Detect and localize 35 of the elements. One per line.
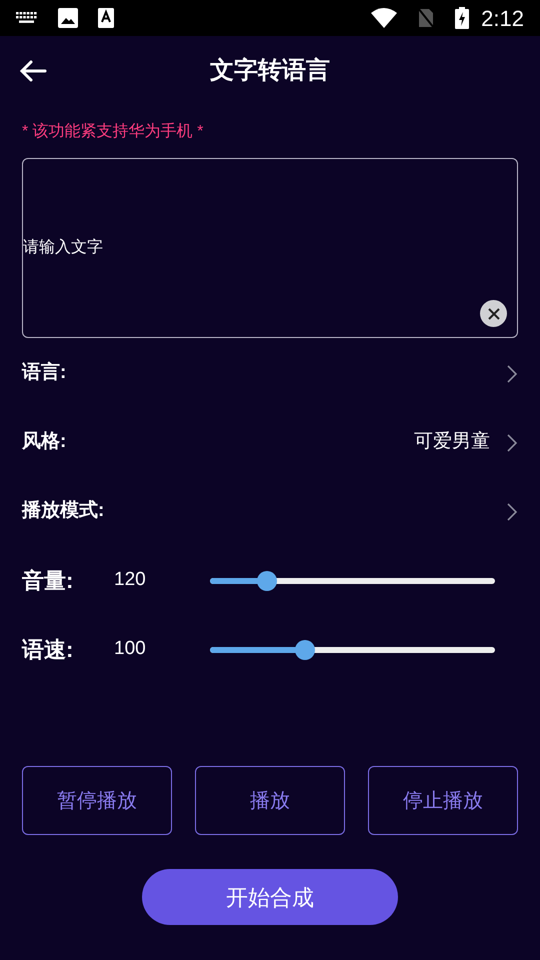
clear-button[interactable] <box>480 300 507 327</box>
close-icon <box>488 308 500 320</box>
slider-thumb[interactable] <box>257 570 277 590</box>
option-row[interactable]: 播放模式: <box>0 477 540 546</box>
option-row[interactable]: 语言: <box>0 339 540 408</box>
slider[interactable] <box>210 640 495 660</box>
option-label: 播放模式: <box>22 499 104 524</box>
slider-reading: 120 <box>114 568 147 592</box>
option-value: 可爱男童 <box>414 430 490 454</box>
battery-charging-icon <box>455 7 470 29</box>
playback-button[interactable]: 暂停播放 <box>22 766 172 835</box>
slider-label: 音量: <box>22 567 74 595</box>
page-title: 文字转语言 <box>210 56 330 86</box>
start-synthesis-button[interactable]: 开始合成 <box>142 869 398 925</box>
playback-button[interactable]: 播放 <box>195 766 345 835</box>
chevron-right-icon <box>506 432 518 452</box>
slider-reading: 100 <box>114 637 147 662</box>
wifi-icon <box>371 8 398 28</box>
option-label: 语言: <box>22 360 66 386</box>
slider[interactable] <box>210 570 495 590</box>
image-icon <box>58 8 78 28</box>
no-sim-icon <box>417 7 436 29</box>
chevron-right-icon <box>506 502 518 522</box>
option-label: 风格: <box>22 430 66 454</box>
text-input-field[interactable]: 请输入文字 <box>22 158 518 338</box>
keyboard-icon <box>16 12 38 24</box>
slider-thumb[interactable] <box>294 640 315 660</box>
option-row[interactable]: 风格: 可爱男童 <box>0 408 540 477</box>
slider-label: 语速: <box>22 636 74 664</box>
chevron-right-icon <box>506 364 518 384</box>
font-icon <box>98 8 114 28</box>
playback-button[interactable]: 停止播放 <box>368 766 518 835</box>
back-button[interactable] <box>18 58 48 84</box>
clock: 2:12 <box>481 4 524 32</box>
notice-text: * 该功能紧支持华为手机 * <box>21 122 204 142</box>
